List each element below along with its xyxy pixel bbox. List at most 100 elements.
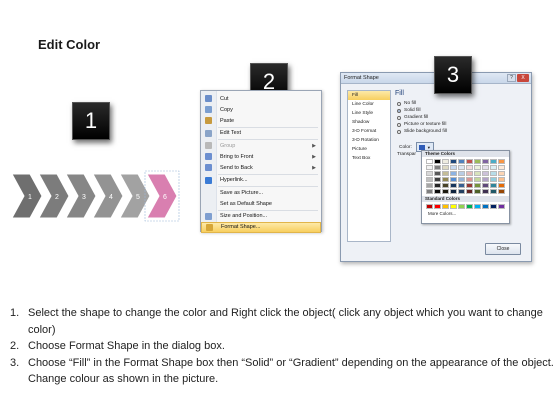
- color-swatch[interactable]: [474, 159, 481, 164]
- color-swatch[interactable]: [434, 204, 441, 209]
- sidebar-item-shadow[interactable]: Shadow: [348, 118, 390, 127]
- color-swatch[interactable]: [434, 171, 441, 176]
- sidebar-item-3-d-rotation[interactable]: 3-D Rotation: [348, 136, 390, 145]
- menu-item-copy[interactable]: Copy: [201, 104, 321, 115]
- menu-item-save-as-picture[interactable]: Save as Picture...: [201, 187, 321, 198]
- color-swatch[interactable]: [458, 204, 465, 209]
- menu-item-set-as-default-shape[interactable]: Set as Default Shape: [201, 198, 321, 209]
- color-swatch[interactable]: [474, 183, 481, 188]
- menu-item-size-and-position[interactable]: Size and Position...: [201, 211, 321, 222]
- color-swatch[interactable]: [490, 177, 497, 182]
- color-swatch[interactable]: [458, 177, 465, 182]
- color-swatch[interactable]: [426, 204, 433, 209]
- color-swatch[interactable]: [458, 165, 465, 170]
- color-swatch[interactable]: [482, 189, 489, 194]
- sidebar-item-3-d-format[interactable]: 3-D Format: [348, 127, 390, 136]
- color-swatch[interactable]: [458, 183, 465, 188]
- fill-option-picture-or-texture-fill[interactable]: Picture or texture fill: [397, 122, 446, 127]
- color-swatch[interactable]: [482, 183, 489, 188]
- sidebar-item-text-box[interactable]: Text Box: [348, 154, 390, 163]
- color-swatch[interactable]: [450, 183, 457, 188]
- color-swatch[interactable]: [490, 189, 497, 194]
- color-swatch[interactable]: [426, 159, 433, 164]
- chevron-shape-3[interactable]: [65, 173, 97, 219]
- color-swatch[interactable]: [450, 189, 457, 194]
- menu-item-send-to-back[interactable]: Send to Back ▶: [201, 162, 321, 173]
- menu-item-paste[interactable]: Paste: [201, 115, 321, 126]
- sidebar-item-picture[interactable]: Picture: [348, 145, 390, 154]
- chevron-shape-6[interactable]: [146, 173, 178, 219]
- color-swatch[interactable]: [482, 204, 489, 209]
- color-swatch[interactable]: [442, 159, 449, 164]
- color-swatch[interactable]: [426, 165, 433, 170]
- color-swatch[interactable]: [434, 183, 441, 188]
- color-swatch[interactable]: [466, 204, 473, 209]
- chevron-shape-2[interactable]: [38, 173, 70, 219]
- menu-item-group[interactable]: Group ▶: [201, 140, 321, 151]
- color-swatch[interactable]: [442, 189, 449, 194]
- color-swatch[interactable]: [434, 165, 441, 170]
- color-swatch[interactable]: [474, 165, 481, 170]
- menu-item-format-shape[interactable]: Format Shape...: [201, 221, 321, 233]
- chevron-shape-5[interactable]: [119, 173, 151, 219]
- color-swatch[interactable]: [474, 204, 481, 209]
- color-swatch[interactable]: [442, 171, 449, 176]
- color-swatch[interactable]: [474, 171, 481, 176]
- close-x-button[interactable]: X: [517, 74, 529, 82]
- color-swatch[interactable]: [498, 189, 505, 194]
- color-swatch[interactable]: [490, 183, 497, 188]
- color-swatch[interactable]: [458, 189, 465, 194]
- color-swatch[interactable]: [458, 171, 465, 176]
- chevron-shapes[interactable]: 1 2 3 4 5 6: [10, 168, 190, 224]
- color-swatch[interactable]: [482, 177, 489, 182]
- sidebar-item-fill[interactable]: Fill: [348, 91, 390, 100]
- color-swatch[interactable]: [442, 183, 449, 188]
- color-swatch[interactable]: [426, 171, 433, 176]
- sidebar-item-line-style[interactable]: Line Style: [348, 109, 390, 118]
- fill-option-no-fill[interactable]: No fill: [397, 101, 416, 106]
- color-swatch[interactable]: [498, 159, 505, 164]
- color-swatch[interactable]: [482, 165, 489, 170]
- color-swatch[interactable]: [498, 171, 505, 176]
- color-swatch[interactable]: [450, 177, 457, 182]
- help-button[interactable]: ?: [507, 74, 516, 82]
- color-swatch[interactable]: [490, 165, 497, 170]
- color-swatch[interactable]: [490, 171, 497, 176]
- color-swatch[interactable]: [442, 204, 449, 209]
- menu-item-hyperlink[interactable]: Hyperlink...: [201, 175, 321, 186]
- color-swatch[interactable]: [450, 165, 457, 170]
- color-swatch[interactable]: [498, 204, 505, 209]
- color-swatch[interactable]: [498, 183, 505, 188]
- color-swatch[interactable]: [466, 171, 473, 176]
- color-swatch[interactable]: [426, 189, 433, 194]
- color-swatch[interactable]: [482, 159, 489, 164]
- color-swatch[interactable]: [466, 177, 473, 182]
- menu-item-bring-to-front[interactable]: Bring to Front ▶: [201, 151, 321, 162]
- color-swatch[interactable]: [434, 159, 441, 164]
- color-swatch[interactable]: [474, 177, 481, 182]
- menu-item-edit-text[interactable]: Edit Text: [201, 128, 321, 139]
- fill-option-slide-background-fill[interactable]: Slide background fill: [397, 129, 447, 134]
- fill-option-solid-fill[interactable]: Solid fill: [397, 108, 421, 113]
- color-swatch[interactable]: [458, 159, 465, 164]
- color-swatch[interactable]: [466, 183, 473, 188]
- color-swatch[interactable]: [426, 183, 433, 188]
- color-swatch[interactable]: [442, 177, 449, 182]
- color-swatch[interactable]: [498, 165, 505, 170]
- color-swatch[interactable]: [474, 189, 481, 194]
- color-swatch[interactable]: [490, 159, 497, 164]
- color-swatch[interactable]: [442, 165, 449, 170]
- color-swatch[interactable]: [482, 171, 489, 176]
- color-swatch[interactable]: [466, 189, 473, 194]
- fill-option-gradient-fill[interactable]: Gradient fill: [397, 115, 428, 120]
- close-button[interactable]: Close: [485, 243, 521, 255]
- color-swatch[interactable]: [466, 165, 473, 170]
- color-swatch[interactable]: [426, 177, 433, 182]
- menu-item-cut[interactable]: Cut: [201, 93, 321, 104]
- color-swatch[interactable]: [490, 204, 497, 209]
- more-colors-link[interactable]: More Colors...: [422, 211, 509, 216]
- color-swatch[interactable]: [466, 159, 473, 164]
- color-swatch[interactable]: [498, 177, 505, 182]
- color-swatch[interactable]: [450, 204, 457, 209]
- chevron-shape-1[interactable]: [11, 173, 43, 219]
